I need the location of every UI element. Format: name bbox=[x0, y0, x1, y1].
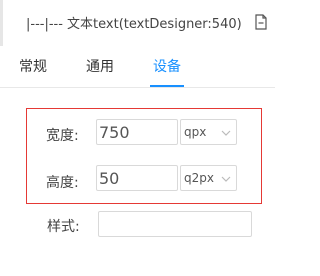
tab-device[interactable]: 设备 bbox=[153, 56, 181, 76]
active-tab-indicator bbox=[150, 85, 184, 87]
width-unit-value: qpx bbox=[184, 125, 207, 139]
tab-common[interactable]: 通用 bbox=[86, 56, 114, 76]
style-label: 样式: bbox=[47, 219, 80, 235]
tab-bar: 常规 通用 设备 bbox=[0, 46, 275, 88]
panel-header: |---|--- 文本text(textDesigner:540) bbox=[0, 0, 275, 46]
height-input[interactable]: 50 bbox=[96, 165, 178, 191]
tab-general[interactable]: 常规 bbox=[19, 56, 47, 76]
header-divider bbox=[0, 0, 3, 46]
chevron-down-icon bbox=[221, 176, 231, 182]
width-label: 宽度: bbox=[46, 128, 79, 144]
height-label: 高度: bbox=[46, 175, 79, 191]
width-input[interactable]: 750 bbox=[96, 119, 178, 145]
document-icon[interactable] bbox=[254, 14, 268, 30]
component-title: |---|--- 文本text(textDesigner:540) bbox=[26, 17, 242, 32]
property-panel: |---|--- 文本text(textDesigner:540) 常规 通用 … bbox=[0, 0, 275, 276]
width-unit-select[interactable]: qpx bbox=[180, 119, 237, 145]
height-unit-select[interactable]: q2px bbox=[180, 165, 237, 191]
style-input[interactable] bbox=[98, 211, 252, 237]
height-unit-value: q2px bbox=[184, 171, 214, 185]
chevron-down-icon bbox=[221, 130, 231, 136]
